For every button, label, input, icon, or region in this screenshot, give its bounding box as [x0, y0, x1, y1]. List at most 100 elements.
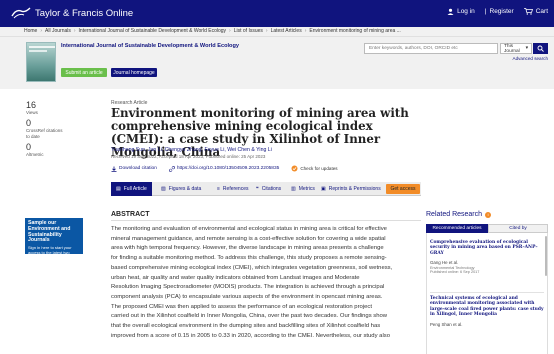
- related-research-tabs: Recommended articles Cited by: [426, 224, 548, 233]
- tab-full-article-label: Full Article: [123, 186, 147, 192]
- abstract-line: The monitoring and evaluation of environ…: [111, 226, 387, 232]
- related-divider: [430, 292, 544, 293]
- search-icon: [537, 45, 544, 52]
- login-link[interactable]: Log in: [447, 8, 475, 15]
- breadcrumb-latest[interactable]: Latest Articles: [271, 28, 302, 34]
- download-citation-link[interactable]: Download citation: [111, 166, 157, 172]
- get-access-button[interactable]: Get access: [386, 184, 420, 194]
- abstract-line: mineral management guidance, and remote …: [111, 235, 386, 242]
- register-link[interactable]: | Register: [485, 8, 514, 15]
- top-navigation-bar: Taylor & Francis Online Log in | Registe…: [0, 0, 554, 27]
- tab-figures-data[interactable]: ▧ Figures & data: [161, 182, 201, 196]
- login-register-separator: |: [484, 8, 487, 15]
- tab-recommended-articles[interactable]: Recommended articles: [426, 224, 488, 233]
- references-icon: ≡: [217, 186, 220, 192]
- abstract-line: Resolution Imaging Spectroradiometer (MO…: [111, 284, 385, 291]
- journal-cover-image[interactable]: [26, 42, 56, 82]
- download-citation-label: Download citation: [119, 166, 157, 171]
- image-icon: ▧: [161, 186, 166, 192]
- article-tabs: ▤ Full Article ▧ Figures & data ≡ Refere…: [111, 182, 421, 196]
- breadcrumb-journal[interactable]: International Journal of Sustainable Dev…: [79, 28, 227, 34]
- cart-icon: [523, 8, 533, 15]
- breadcrumb-issues[interactable]: List of Issues: [234, 28, 263, 34]
- search-scope-value: This Journal: [504, 43, 520, 54]
- citations-icon: ❝: [256, 186, 259, 192]
- promo-text: Sign in here to start your access to the…: [28, 245, 72, 260]
- altmetric-metric[interactable]: 0 Altmetric: [26, 142, 44, 158]
- tab-cited-by[interactable]: Cited by: [488, 224, 548, 233]
- advanced-search-link[interactable]: Advanced search: [513, 56, 549, 61]
- abstract-line: area with high temporal frequency. Howev…: [111, 245, 384, 252]
- search-input[interactable]: Enter keywords, authors, DOI, ORCID etc: [364, 43, 498, 54]
- cover-subtitle-bar: [29, 50, 47, 52]
- chevron-down-icon: ▾: [525, 46, 528, 51]
- breadcrumb-separator: ›: [40, 28, 43, 34]
- doi-link[interactable]: https://doi.org/10.1080/13504509.2023.22…: [168, 165, 279, 172]
- breadcrumb-separator: ›: [265, 28, 268, 34]
- breadcrumb-all-journals[interactable]: All Journals: [45, 28, 71, 34]
- info-icon[interactable]: i: [485, 211, 492, 218]
- login-label: Log in: [457, 8, 475, 15]
- views-label: Views: [26, 110, 38, 115]
- crossref-metric[interactable]: 0 CrossRef citations to date: [26, 118, 66, 139]
- related-article-title[interactable]: Comprehensive evaluation of ecological s…: [430, 240, 544, 256]
- tab-citations[interactable]: ❝ Citations: [256, 182, 281, 196]
- submit-article-button[interactable]: Submit an article: [61, 68, 107, 77]
- tab-figures-data-label: Figures & data: [168, 186, 202, 192]
- tab-metrics-label: Metrics: [298, 186, 315, 192]
- check-for-updates-button[interactable]: Check for updates: [291, 165, 338, 172]
- related-article-item[interactable]: Comprehensive evaluation of ecological s…: [430, 240, 544, 274]
- tab-full-article[interactable]: ▤ Full Article: [111, 182, 152, 196]
- abstract-line: improved from a score of 0.15 in 2005 to…: [111, 332, 390, 339]
- related-article-author: Gang He et al.: [430, 260, 459, 266]
- breadcrumb-current: Environment monitoring of mining area ..…: [309, 28, 401, 34]
- sample-journals-promo[interactable]: Sample our Environment and Sustainabilit…: [25, 218, 83, 259]
- register-label: Register: [489, 8, 514, 15]
- search-scope-select[interactable]: This Journal ▾: [500, 43, 532, 54]
- user-icon: [447, 8, 454, 15]
- related-article-title[interactable]: Technical systems of ecological and envi…: [430, 296, 544, 318]
- journal-header: International Journal of Sustainable Dev…: [0, 37, 554, 89]
- site-logo[interactable]: Taylor & Francis Online: [10, 6, 133, 20]
- taylor-francis-logo-icon: [10, 6, 32, 20]
- cart-link[interactable]: Cart: [523, 8, 548, 15]
- related-research-heading: Related Research i: [426, 211, 492, 218]
- views-count: 16: [26, 100, 37, 110]
- related-article-meta: Environmental Technology Published onlin…: [430, 266, 480, 275]
- article-actions: Download citation https://doi.org/10.108…: [111, 165, 338, 172]
- related-scrollbar[interactable]: [545, 236, 547, 276]
- tab-references-label: References: [222, 186, 249, 192]
- tab-references[interactable]: ≡ References: [217, 182, 249, 196]
- check-updates-label: Check for updates: [300, 166, 338, 171]
- journal-title[interactable]: International Journal of Sustainable Dev…: [61, 43, 239, 49]
- tab-reprints-label: Reprints & Permissions: [328, 186, 381, 192]
- abstract-divider: [111, 220, 421, 221]
- journal-homepage-button[interactable]: Journal homepage: [111, 68, 157, 77]
- reprints-icon: ▣: [321, 186, 326, 192]
- abstract-heading: ABSTRACT: [111, 211, 150, 218]
- abstract-line: carried out in the Xilinhot coalfield in…: [111, 313, 388, 320]
- link-icon: [168, 165, 175, 172]
- related-article-item[interactable]: Technical systems of ecological and envi…: [430, 296, 544, 327]
- crossref-count: 0: [26, 118, 32, 128]
- tab-reprints-permissions[interactable]: ▣ Reprints & Permissions: [321, 182, 381, 196]
- check-updates-icon: [291, 165, 298, 172]
- cart-label: Cart: [535, 8, 548, 15]
- tab-metrics[interactable]: ▥ Metrics: [291, 182, 315, 196]
- promo-title: Sample our Environment and Sustainabilit…: [28, 220, 71, 244]
- abstract-line: The proposed CMEI was then applied to as…: [111, 303, 372, 310]
- search-button[interactable]: [533, 43, 548, 54]
- breadcrumb-home[interactable]: Home: [24, 28, 37, 34]
- breadcrumb-separator: ›: [229, 28, 231, 34]
- download-icon: [111, 166, 117, 172]
- metrics-icon: ▥: [291, 186, 296, 192]
- abstract-line: that the overall ecological environment …: [111, 323, 381, 330]
- abstract-text: The monitoring and evaluation of environ…: [111, 225, 421, 341]
- related-article-author: Peng Shan et al.: [430, 321, 463, 327]
- breadcrumb-bar: Home › All Journals › International Journa…: [0, 27, 554, 37]
- cover-title-bar: [29, 46, 55, 48]
- related-research-label: Related Research: [426, 211, 483, 218]
- breadcrumb-separator: ›: [304, 28, 307, 34]
- altmetric-label: Altmetric: [26, 152, 44, 157]
- article-authors[interactable]: Yuanheng Sun, Jun Li, Chengye Zhang, Fey…: [111, 147, 272, 153]
